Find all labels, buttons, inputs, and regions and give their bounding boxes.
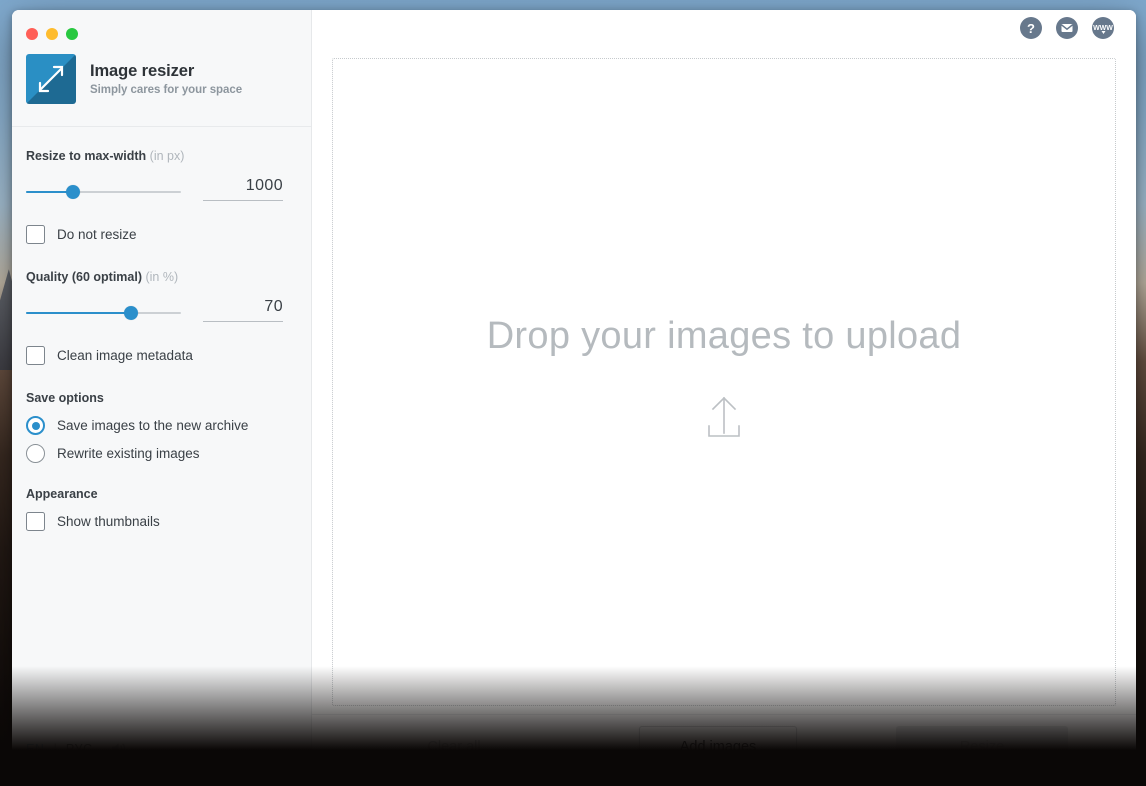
appearance-title: Appearance [26,487,98,501]
app-icon [26,54,76,104]
svg-text:WWW: WWW [1093,25,1113,32]
dropzone[interactable]: Drop your images to upload [332,58,1116,706]
language-separator: | [53,741,57,756]
svg-text:?: ? [1027,21,1035,36]
language-bar: EN | РУС [12,741,311,778]
add-images-cell: Add images [586,725,850,768]
show-thumbnails-checkbox[interactable] [26,512,45,531]
max-width-label-text: Resize to max-width [26,149,147,163]
dropzone-text: Drop your images to upload [486,315,962,357]
window-controls [12,10,311,46]
resize-button[interactable]: Resize [895,725,1069,768]
save-options-title: Save options [26,391,104,405]
quality-unit: (in %) [145,270,179,284]
help-icon[interactable]: ? [1020,17,1042,39]
do-not-resize-row[interactable]: Do not resize [26,225,297,244]
do-not-resize-label: Do not resize [57,227,137,242]
quality-slider[interactable] [26,304,181,322]
upload-arrow-icon [697,392,751,449]
settings-panel: Resize to max-width (in px) 1000 Do not … [12,127,311,741]
language-ru[interactable]: РУС [66,742,93,756]
max-width-slider-thumb[interactable] [65,185,80,199]
titlebar-icons: ? WWW [312,10,1136,46]
dropzone-wrapper: Drop your images to upload [312,46,1136,714]
quality-label: Quality (60 optimal) (in %) [26,270,297,284]
appearance-block: Appearance Show thumbnails [26,487,297,531]
maximize-button[interactable] [66,28,78,40]
clear-all-button[interactable]: Clear all [411,729,496,765]
app-header: Image resizer Simply cares for your spac… [12,46,311,127]
add-images-button[interactable]: Add images [638,725,798,768]
speaker-icon[interactable] [110,741,127,756]
footer-actions: Clear all Add images Resize [312,714,1136,778]
app-title: Image resizer [90,62,195,80]
max-width-row: 1000 [26,177,297,201]
close-button[interactable] [26,28,38,40]
clean-metadata-row[interactable]: Clean image metadata [26,346,297,365]
mail-icon[interactable] [1056,17,1078,39]
quality-input[interactable]: 70 [203,298,283,322]
clean-metadata-label: Clean image metadata [57,348,193,363]
save-option-rewrite-radio[interactable] [26,444,45,463]
show-thumbnails-label: Show thumbnails [57,514,160,529]
save-option-archive-label: Save images to the new archive [57,418,249,433]
www-icon[interactable]: WWW [1092,17,1114,39]
max-width-input[interactable]: 1000 [203,177,283,201]
desktop-background: Image resizer Simply cares for your spac… [0,0,1146,786]
save-option-archive-radio[interactable] [26,416,45,435]
clean-metadata-checkbox[interactable] [26,346,45,365]
show-thumbnails-row[interactable]: Show thumbnails [26,512,297,531]
main-panel: ? WWW Drop your images to upload Clear a… [312,10,1136,778]
save-option-archive-row[interactable]: Save images to the new archive [26,416,297,435]
save-option-rewrite-label: Rewrite existing images [57,446,200,461]
do-not-resize-checkbox[interactable] [26,225,45,244]
minimize-button[interactable] [46,28,58,40]
max-width-slider[interactable] [26,183,181,201]
quality-label-text: Quality (60 optimal) [26,270,142,284]
sidebar: Image resizer Simply cares for your spac… [12,10,312,778]
quality-slider-fill [26,312,132,314]
app-window: Image resizer Simply cares for your spac… [12,10,1136,778]
clear-all-cell: Clear all [322,729,586,765]
resize-cell: Resize [850,725,1114,768]
save-option-rewrite-row[interactable]: Rewrite existing images [26,444,297,463]
max-width-unit: (in px) [149,149,185,163]
quality-row: 70 [26,298,297,322]
quality-slider-thumb[interactable] [124,306,139,320]
language-en[interactable]: EN [26,742,45,756]
max-width-label: Resize to max-width (in px) [26,149,297,163]
app-subtitle: Simply cares for your space [90,84,243,96]
resize-diagonal-arrow-icon [38,65,64,93]
